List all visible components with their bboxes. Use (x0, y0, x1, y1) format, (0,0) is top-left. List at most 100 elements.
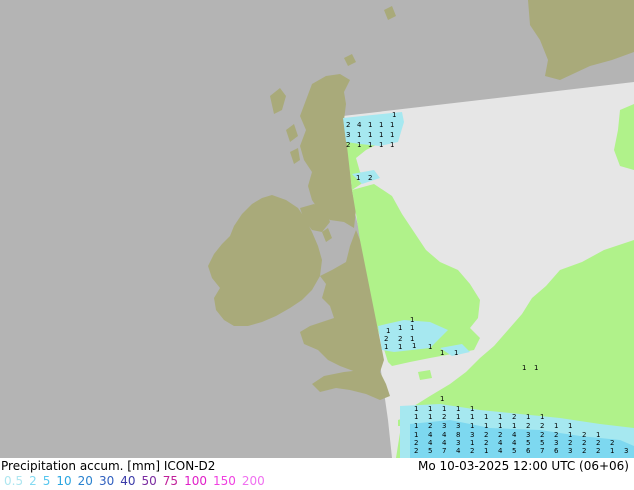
precip-value-label: 2 (346, 121, 350, 129)
precip-value-label: 1 (534, 364, 538, 372)
precip-value-label: 1 (414, 405, 418, 413)
precip-value-label: 1 (379, 141, 383, 149)
precip-value-label: 3 (456, 422, 460, 430)
precip-value-label: 1 (484, 413, 488, 421)
precip-value-label: 2 (498, 431, 502, 439)
precip-value-label: 1 (390, 141, 394, 149)
precip-value-label: 2 (568, 439, 572, 447)
precip-value-label: 4 (442, 431, 447, 439)
precip-value-label: 5 (428, 447, 432, 455)
precip-value-label: 1 (484, 447, 488, 455)
precip-value-label: 2 (540, 422, 544, 430)
precip-value-label: 1 (410, 316, 414, 324)
precip-value-label: 2 (484, 439, 488, 447)
precip-value-label: 2 (414, 439, 418, 447)
precip-value-label: 1 (454, 349, 458, 357)
precip-value-label: 4 (512, 439, 517, 447)
legend-item: 75 (162, 474, 179, 488)
precip-value-label: 2 (554, 431, 558, 439)
precip-value-label: 4 (428, 431, 433, 439)
precip-value-label: 3 (624, 447, 628, 455)
precip-value-label: 1 (368, 141, 372, 149)
precip-value-label: 1 (498, 413, 502, 421)
precip-value-label: 3 (456, 439, 460, 447)
precip-value-label: 1 (540, 413, 544, 421)
precip-value-label: 1 (442, 405, 446, 413)
precip-value-label: 1 (414, 422, 418, 430)
precip-value-label: 3 (346, 131, 350, 139)
precip-value-label: 3 (554, 439, 558, 447)
precip-value-label: 1 (379, 121, 383, 129)
precip-value-label: 3 (442, 422, 446, 430)
color-legend: 0.5 2 5 10 20 30 40 50 75 100 150 200 (4, 474, 271, 488)
precip-value-label: 1 (386, 327, 390, 335)
precip-value-label: 1 (368, 121, 372, 129)
precip-value-label: 2 (596, 439, 600, 447)
precip-value-label: 2 (512, 413, 516, 421)
precip-value-label: 1 (440, 395, 444, 403)
map-title: Precipitation accum. [mm] ICON-D2 (1, 459, 216, 473)
precip-value-label: 1 (428, 405, 432, 413)
precip-value-label: 4 (456, 447, 461, 455)
precip-value-label: 1 (410, 324, 414, 332)
legend-item: 2 (29, 474, 37, 488)
precip-value-label: 2 (398, 335, 402, 343)
precip-value-label: 1 (357, 131, 361, 139)
precip-value-label: 2 (582, 439, 586, 447)
precip-value-label: 2 (610, 439, 614, 447)
precip-value-label: 7 (540, 447, 544, 455)
legend-item: 40 (120, 474, 136, 488)
precip-value-label: 1 (470, 405, 474, 413)
precip-value-label: 1 (470, 413, 474, 421)
legend-item: 50 (141, 474, 157, 488)
precip-value-label: 2 (428, 422, 432, 430)
precip-value-label: 1 (412, 342, 416, 350)
precip-value-label: 1 (414, 413, 418, 421)
precip-value-label: 1 (356, 174, 360, 182)
precip-value-label: 4 (442, 439, 447, 447)
legend-item: 5 (42, 474, 51, 488)
precip-value-label: 2 (384, 335, 388, 343)
precip-value-label: 2 (368, 174, 372, 182)
precip-value-label: 1 (398, 343, 402, 351)
precip-value-label: 2 (596, 447, 600, 455)
precip-value-label: 4 (498, 439, 503, 447)
precip-value-label: 8 (456, 431, 460, 439)
precip-value-label: 4 (428, 439, 433, 447)
precip-value-label: 3 (470, 431, 474, 439)
precip-value-label: 1 (568, 431, 572, 439)
precip-value-label: 1 (470, 422, 474, 430)
precip-value-label: 1 (428, 413, 432, 421)
legend-item: 100 (184, 474, 207, 488)
precip-value-label: 5 (512, 447, 516, 455)
legend-item: 0.5 (4, 474, 24, 488)
precip-value-label: 3 (526, 431, 530, 439)
legend-item: 30 (98, 474, 115, 488)
precip-value-label: 1 (390, 121, 394, 129)
precip-value-label: 3 (568, 447, 572, 455)
precip-value-label: 2 (526, 422, 530, 430)
precip-value-label: 2 (470, 447, 474, 455)
precip-value-label: 5 (526, 439, 530, 447)
precip-value-label: 1 (512, 422, 516, 430)
precip-value-label: 2 (346, 141, 350, 149)
precip-value-label: 2 (414, 447, 418, 455)
precip-value-label: 5 (540, 439, 544, 447)
precip-value-label: 2 (484, 431, 488, 439)
precip-value-label: 1 (440, 349, 444, 357)
legend-item: 200 (241, 474, 265, 488)
precip-value-label: 4 (357, 121, 362, 129)
precip-value-label: 1 (568, 422, 572, 430)
precip-value-label: 1 (456, 405, 460, 413)
precip-value-label: 1 (392, 111, 396, 119)
precip-value-label: 1 (522, 364, 526, 372)
precip-value-label: 1 (398, 324, 402, 332)
precipitation-map: 2 4 1 1 13 1 1 1 12 1 1 1 111 211 1 12 2 11 1 1 11 11 111 1 1 1 11… (0, 0, 634, 458)
precip-value-label: 4 (498, 447, 503, 455)
precip-value-label: 1 (357, 141, 361, 149)
precip-value-label: 2 (442, 413, 446, 421)
legend-item: 20 (77, 474, 93, 488)
precip-value-label: 6 (526, 447, 531, 455)
precip-value-label: 1 (390, 131, 394, 139)
precip-value-label: 1 (379, 131, 383, 139)
